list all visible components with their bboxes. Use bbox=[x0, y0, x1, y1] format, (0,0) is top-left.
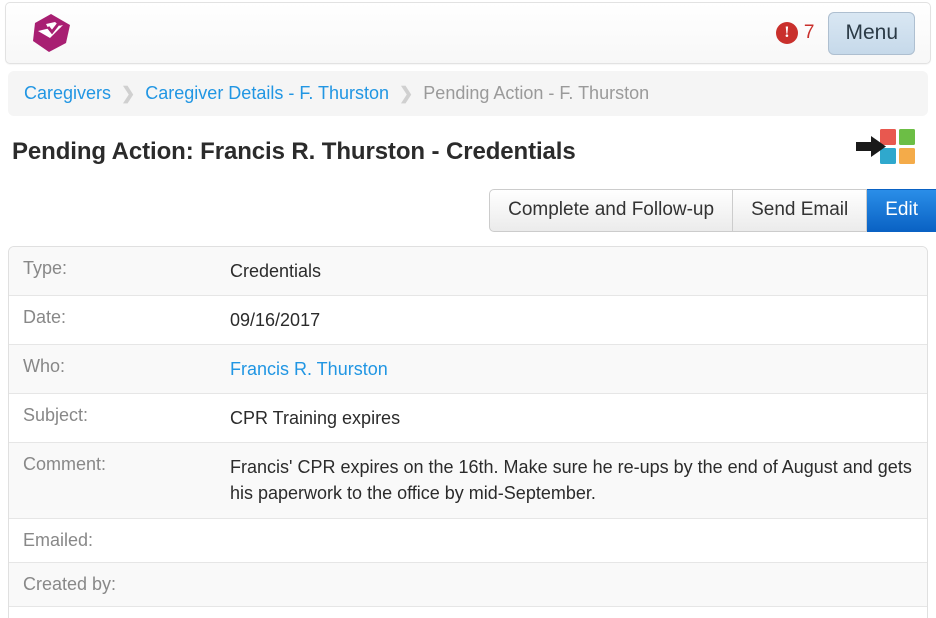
top-navbar: ! 7 Menu bbox=[5, 2, 931, 64]
table-row: Created by: bbox=[9, 563, 927, 607]
row-label-emailed: Emailed: bbox=[9, 519, 230, 562]
export-to-office-icon[interactable] bbox=[856, 126, 918, 173]
row-label-created-by: Created by: bbox=[9, 563, 230, 606]
table-row: Comment: Francis' CPR expires on the 16t… bbox=[9, 443, 927, 518]
page-heading-row: Pending Action: Francis R. Thurston - Cr… bbox=[12, 138, 924, 173]
row-value-created-by bbox=[230, 563, 927, 606]
caregiver-link[interactable]: Francis R. Thurston bbox=[230, 359, 388, 379]
export-arrow-grid-icon bbox=[856, 126, 918, 168]
row-label-comment: Comment: bbox=[9, 443, 230, 517]
edit-button[interactable]: Edit bbox=[867, 189, 936, 232]
row-label-date: Date: bbox=[9, 296, 230, 344]
navbar-right-group: ! 7 Menu bbox=[776, 12, 930, 55]
row-label-created-at: Created at: bbox=[9, 607, 230, 618]
row-value-emailed bbox=[230, 519, 927, 562]
action-button-group: Complete and Follow-up Send Email Edit bbox=[489, 189, 936, 232]
table-row: Who: Francis R. Thurston bbox=[9, 345, 927, 394]
app-logo-icon bbox=[29, 11, 73, 55]
pending-action-details-panel: Type: Credentials Date: 09/16/2017 Who: … bbox=[8, 246, 928, 618]
breadcrumb-item-current: Pending Action - F. Thurston bbox=[423, 83, 649, 104]
row-label-type: Type: bbox=[9, 247, 230, 295]
action-toolbar: Complete and Follow-up Send Email Edit bbox=[0, 189, 936, 232]
send-email-button[interactable]: Send Email bbox=[733, 189, 867, 232]
breadcrumb-item-caregiver-details[interactable]: Caregiver Details - F. Thurston bbox=[145, 83, 389, 104]
table-row: Created at: bbox=[9, 607, 927, 618]
page-title: Pending Action: Francis R. Thurston - Cr… bbox=[12, 138, 856, 166]
row-value-subject: CPR Training expires bbox=[230, 394, 927, 442]
app-logo[interactable] bbox=[28, 10, 74, 56]
alerts-indicator[interactable]: ! 7 bbox=[776, 22, 815, 44]
table-row: Date: 09/16/2017 bbox=[9, 296, 927, 345]
complete-and-follow-up-button[interactable]: Complete and Follow-up bbox=[489, 189, 733, 232]
breadcrumb: Caregivers ❯ Caregiver Details - F. Thur… bbox=[8, 71, 928, 116]
breadcrumb-item-caregivers[interactable]: Caregivers bbox=[24, 83, 111, 104]
row-value-created-at bbox=[230, 607, 927, 618]
table-row: Subject: CPR Training expires bbox=[9, 394, 927, 443]
menu-button[interactable]: Menu bbox=[828, 12, 915, 55]
row-value-date: 09/16/2017 bbox=[230, 296, 927, 344]
row-label-who: Who: bbox=[9, 345, 230, 393]
alert-count: 7 bbox=[804, 22, 815, 44]
chevron-right-icon: ❯ bbox=[121, 84, 135, 104]
table-row: Emailed: bbox=[9, 519, 927, 563]
row-label-subject: Subject: bbox=[9, 394, 230, 442]
chevron-right-icon: ❯ bbox=[399, 84, 413, 104]
row-value-comment: Francis' CPR expires on the 16th. Make s… bbox=[230, 443, 927, 517]
row-value-who: Francis R. Thurston bbox=[230, 345, 927, 393]
row-value-type: Credentials bbox=[230, 247, 927, 295]
alert-exclamation-icon: ! bbox=[776, 22, 798, 44]
table-row: Type: Credentials bbox=[9, 247, 927, 296]
